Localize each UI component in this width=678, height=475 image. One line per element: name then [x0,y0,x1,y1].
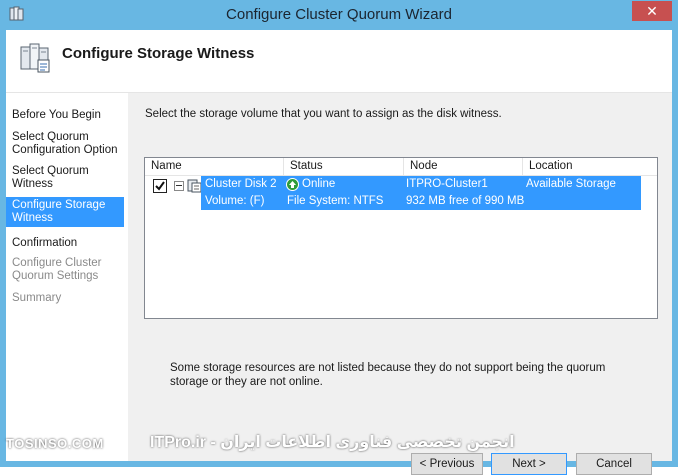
online-arrow-icon [286,178,299,191]
storage-volume-list[interactable]: Name Status Node Location Cluster Disk 2… [144,157,658,319]
wizard-window: Configure Cluster Quorum Wizard ✕ Config… [0,0,678,475]
nav-step-configure-cluster-quorum-settings: Configure Cluster Quorum Settings [12,257,102,282]
next-button[interactable]: Next > [491,453,567,475]
cluster-servers-icon [20,43,50,73]
table-row-cluster-disk[interactable]: Cluster Disk 2 Online ITPRO-Cluster1 Ava… [201,176,641,193]
column-header-name[interactable]: Name [145,158,284,175]
storage-note-text: Some storage resources are not listed be… [170,362,606,388]
cell-volume-name: Volume: (F) [205,195,265,207]
previous-button[interactable]: < Previous [411,453,483,475]
watermark-tosinso: TOSINSO.COM [6,436,104,451]
nav-step-configure-storage-witness[interactable]: Configure Storage Witness [6,197,124,227]
instruction-text: Select the storage volume that you want … [145,108,502,120]
cell-disk-location: Available Storage [526,178,616,190]
wizard-steps-nav: Before You Begin Select Quorum Configura… [6,93,128,461]
cell-volume-filesystem: File System: NTFS [287,195,384,207]
list-header: Name Status Node Location [145,158,657,176]
window-title: Configure Cluster Quorum Wizard [226,6,452,23]
cell-disk-status: Online [302,178,336,190]
cluster-disk-icon [187,179,202,193]
wizard-client-area: Configure Storage Witness Before You Beg… [6,30,672,475]
nav-step-confirmation[interactable]: Confirmation [6,235,124,252]
close-icon: ✕ [646,3,658,19]
checkmark-icon [155,181,165,191]
disk-select-checkbox[interactable] [153,179,167,193]
cell-disk-name: Cluster Disk 2 [205,178,277,190]
watermark-itpro: انجمن تخصصی فناوری اطلاعات ایران - ITPro… [150,434,515,451]
table-row-volume[interactable]: Volume: (F) File System: NTFS 932 MB fre… [201,193,641,210]
title-bar[interactable]: Configure Cluster Quorum Wizard ✕ [0,0,678,30]
cell-volume-free-space: 932 MB free of 990 MB [406,195,525,207]
wizard-header: Configure Storage Witness [6,30,672,93]
column-header-status[interactable]: Status [284,158,404,175]
close-button[interactable]: ✕ [632,1,672,21]
nav-step-select-quorum-configuration[interactable]: Select Quorum Configuration Option [6,129,118,159]
page-title: Configure Storage Witness [62,45,255,62]
column-header-node[interactable]: Node [404,158,523,175]
nav-step-summary: Summary [12,292,62,304]
collapse-toggle[interactable] [174,181,184,191]
nav-step-before-you-begin[interactable]: Before You Begin [6,107,124,124]
cell-disk-node: ITPRO-Cluster1 [406,178,488,190]
column-header-location[interactable]: Location [523,158,657,175]
nav-step-select-quorum-witness[interactable]: Select Quorum Witness [6,163,106,193]
wizard-content: Select the storage volume that you want … [128,93,672,475]
cancel-button[interactable]: Cancel [576,453,652,475]
